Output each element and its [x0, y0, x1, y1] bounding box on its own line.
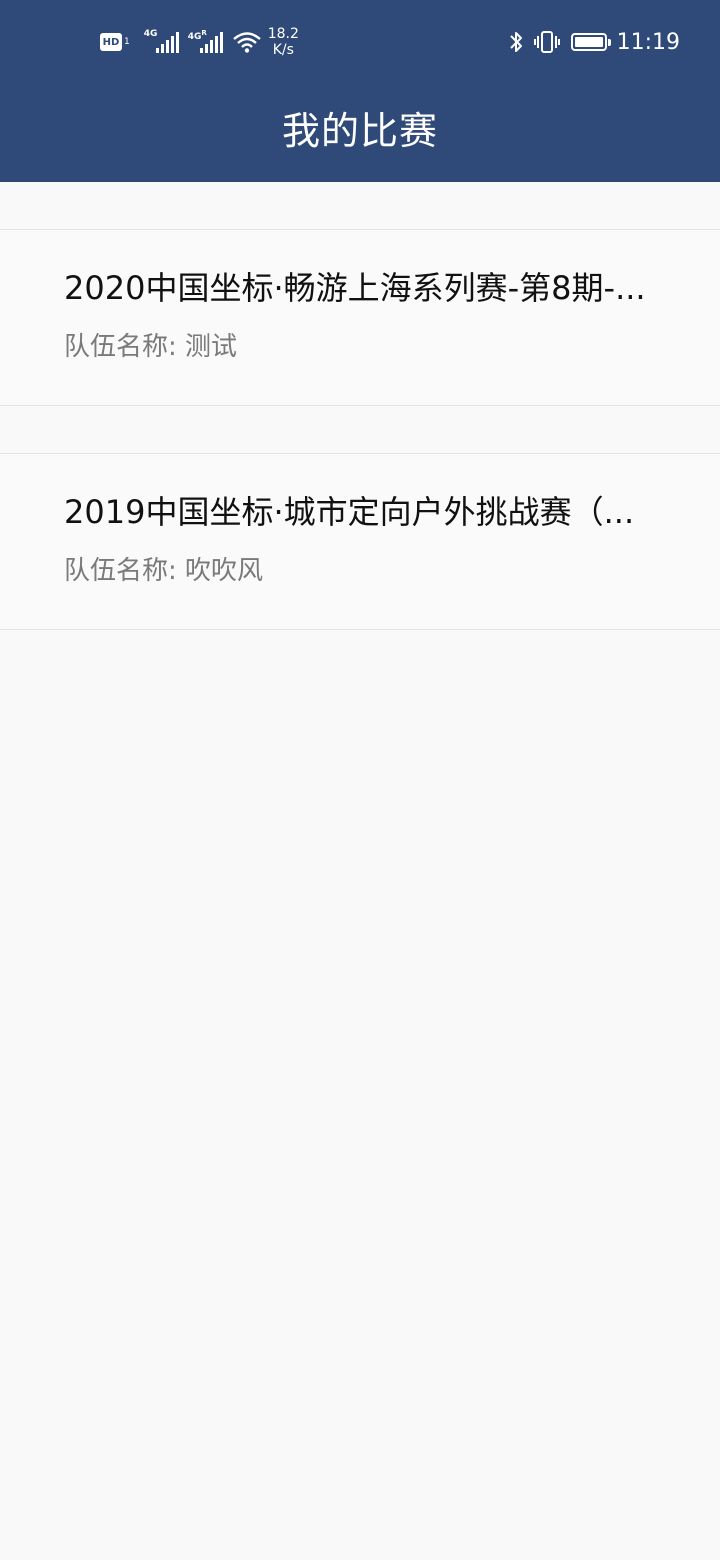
match-title: 2020中国坐标·畅游上海系列赛-第8期-... [64, 269, 646, 307]
battery-icon [570, 33, 611, 51]
team-name: 吹吹风 [185, 556, 264, 586]
speed-value: 18.2 [267, 26, 299, 42]
vibrate-icon [533, 31, 560, 53]
signal-icon-sim1: 4G [144, 29, 182, 55]
speed-unit: K/s [272, 42, 294, 58]
team-info: 队伍名称: 吹吹风 [64, 554, 656, 588]
match-item[interactable]: 2019中国坐标·城市定向户外挑战赛（... 队伍名称: 吹吹风 [0, 454, 720, 630]
match-list: 2020中国坐标·畅游上海系列赛-第8期-... 队伍名称: 测试 2019中国… [0, 182, 720, 630]
team-label: 队伍名称: [64, 556, 186, 586]
team-name: 测试 [185, 332, 238, 362]
network-speed: 18.2 K/s [268, 26, 299, 58]
page-title: 我的比赛 [281, 109, 438, 153]
signal-icon-sim2: 4GR [188, 29, 226, 55]
wifi-icon [232, 32, 261, 53]
app-header: HD 1 4G 4GR 18.2 K/s 11:19 我的比赛 [0, 0, 720, 182]
match-item[interactable]: 2020中国坐标·畅游上海系列赛-第8期-... 队伍名称: 测试 [0, 230, 720, 406]
list-divider [0, 406, 720, 454]
status-time: 11:19 [616, 29, 680, 55]
sim-index: 1 [124, 37, 130, 47]
status-bar: HD 1 4G 4GR 18.2 K/s 11:19 [0, 0, 720, 84]
team-info: 队伍名称: 测试 [64, 330, 656, 364]
hd-icon: HD [100, 33, 122, 51]
status-left: HD 1 4G 4GR 18.2 K/s [100, 24, 299, 60]
status-right: 11:19 [507, 24, 680, 60]
team-label: 队伍名称: [64, 332, 186, 362]
match-title: 2019中国坐标·城市定向户外挑战赛（... [64, 493, 635, 531]
bluetooth-icon [509, 32, 522, 52]
list-divider [0, 182, 720, 230]
